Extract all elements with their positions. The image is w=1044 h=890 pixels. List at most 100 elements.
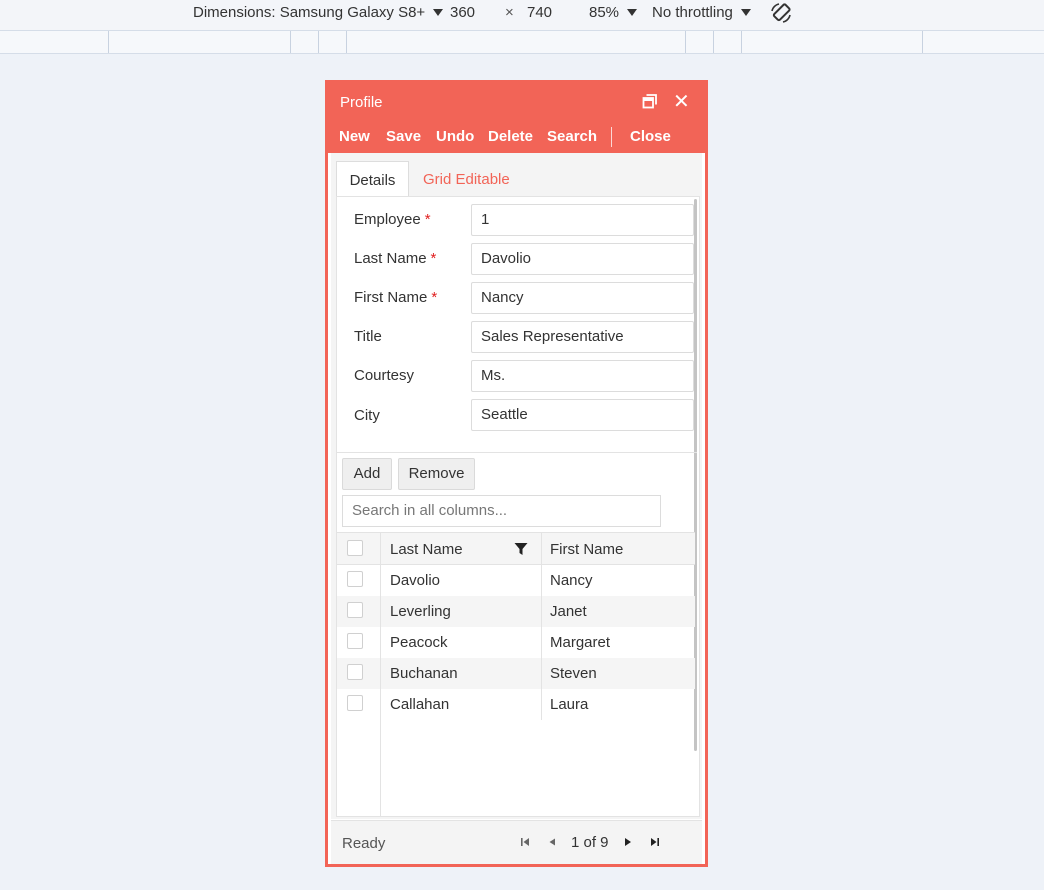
ruler-tick bbox=[713, 31, 714, 53]
width-value: 360 bbox=[450, 4, 476, 21]
field-label: Courtesy bbox=[354, 367, 415, 384]
table-row[interactable]: Leverling Janet bbox=[337, 596, 695, 627]
add-button[interactable]: Add bbox=[342, 458, 392, 490]
ruler-tick bbox=[685, 31, 686, 53]
details-panel: Employee * 1 Last Name * Davolio First Nam… bbox=[336, 196, 700, 817]
column-divider bbox=[380, 532, 381, 817]
zoom-select[interactable]: 85% bbox=[589, 4, 638, 21]
chevron-down-icon bbox=[740, 9, 751, 16]
remove-button[interactable]: Remove bbox=[398, 458, 475, 490]
field-label: Title bbox=[354, 328, 382, 345]
close-icon[interactable]: ✕ bbox=[673, 89, 690, 114]
row-checkbox[interactable] bbox=[347, 664, 363, 680]
prev-page-icon[interactable] bbox=[546, 836, 558, 848]
form-row-employee: Employee * 1 bbox=[337, 204, 697, 243]
window-title: Profile bbox=[340, 94, 383, 111]
field-label: Last Name * bbox=[354, 243, 436, 274]
table-row[interactable]: Buchanan Steven bbox=[337, 658, 695, 689]
column-divider bbox=[541, 532, 542, 720]
cell-last-name: Leverling bbox=[390, 603, 451, 620]
form-row-courtesy: Courtesy Ms. bbox=[337, 360, 697, 399]
cell-last-name: Callahan bbox=[390, 696, 450, 713]
ruler-tick bbox=[318, 31, 319, 53]
form-row-city: City Seattle bbox=[337, 399, 697, 438]
table-row[interactable]: Davolio Nancy bbox=[337, 565, 695, 596]
cell-first-name: Laura bbox=[550, 696, 589, 713]
search-button[interactable]: Search bbox=[547, 128, 597, 145]
field-label: City bbox=[354, 407, 380, 424]
device-select-label: Dimensions: Samsung Galaxy S8+ bbox=[193, 4, 426, 21]
rotate-icon bbox=[771, 3, 791, 23]
next-page-icon[interactable] bbox=[622, 836, 634, 848]
toolbar-separator bbox=[611, 127, 612, 147]
media-query-ruler bbox=[0, 30, 1044, 54]
form-row-first-name: First Name * Nancy bbox=[337, 282, 697, 321]
cell-first-name: Steven bbox=[550, 665, 597, 682]
section-divider bbox=[337, 452, 697, 453]
height-input[interactable]: 740 bbox=[527, 4, 552, 21]
field-label: First Name * bbox=[354, 282, 437, 313]
city-field[interactable]: Seattle bbox=[471, 399, 694, 431]
close-button[interactable]: Close bbox=[630, 128, 671, 145]
column-header-last-name[interactable]: Last Name bbox=[390, 541, 463, 558]
cell-last-name: Peacock bbox=[390, 634, 448, 651]
window-content: Details Grid Editable Employee * 1 Last N… bbox=[331, 153, 702, 819]
device-select[interactable]: Dimensions: Samsung Galaxy S8+ bbox=[193, 4, 444, 21]
title-field[interactable]: Sales Representative bbox=[471, 321, 694, 353]
grid-search-input[interactable]: Search in all columns... bbox=[342, 495, 661, 527]
tab-grid-editable[interactable]: Grid Editable bbox=[423, 161, 510, 196]
cell-first-name: Margaret bbox=[550, 634, 611, 651]
delete-button[interactable]: Delete bbox=[488, 128, 533, 145]
save-button[interactable]: Save bbox=[386, 128, 421, 145]
chevron-down-icon bbox=[627, 9, 638, 16]
field-label-text: Last Name bbox=[354, 250, 427, 267]
cell-first-name: Janet bbox=[550, 603, 587, 620]
first-name-field[interactable]: Nancy bbox=[471, 282, 694, 314]
zoom-value: 85% bbox=[589, 4, 620, 21]
table-row[interactable]: Peacock Margaret bbox=[337, 627, 695, 658]
last-page-icon[interactable] bbox=[649, 836, 661, 848]
select-all-checkbox[interactable] bbox=[347, 540, 363, 556]
rotate-button[interactable] bbox=[769, 1, 793, 25]
tab-strip: Details Grid Editable bbox=[331, 153, 702, 196]
last-name-field[interactable]: Davolio bbox=[471, 243, 694, 275]
ruler-tick bbox=[922, 31, 923, 53]
status-bar: Ready 1 of 9 bbox=[331, 820, 702, 864]
first-page-icon[interactable] bbox=[519, 836, 531, 848]
height-value: 740 bbox=[527, 4, 553, 21]
tab-details[interactable]: Details bbox=[336, 161, 409, 196]
filter-icon[interactable] bbox=[514, 542, 528, 556]
throttling-value: No throttling bbox=[652, 4, 733, 21]
chevron-down-icon bbox=[433, 9, 444, 16]
grid-header: Last Name First Name bbox=[337, 532, 695, 565]
ruler-tick bbox=[290, 31, 291, 53]
column-header-first-name[interactable]: First Name bbox=[550, 541, 623, 558]
restore-icon[interactable] bbox=[642, 93, 658, 109]
device-toolbar: Dimensions: Samsung Galaxy S8+ 360 × 740… bbox=[0, 0, 1044, 30]
employee-grid: Last Name First Name Davolio Nancy Lever… bbox=[337, 532, 695, 817]
throttling-select[interactable]: No throttling bbox=[652, 4, 751, 21]
form-row-last-name: Last Name * Davolio bbox=[337, 243, 697, 282]
row-checkbox[interactable] bbox=[347, 695, 363, 711]
form-row-title: Title Sales Representative bbox=[337, 321, 697, 360]
employee-field[interactable]: 1 bbox=[471, 204, 694, 236]
required-mark: * bbox=[430, 250, 437, 267]
table-row[interactable]: Callahan Laura bbox=[337, 689, 695, 720]
ruler-tick bbox=[108, 31, 109, 53]
required-mark: * bbox=[424, 211, 431, 228]
new-button[interactable]: New bbox=[339, 128, 370, 145]
courtesy-field[interactable]: Ms. bbox=[471, 360, 694, 392]
field-label-text: First Name bbox=[354, 289, 428, 306]
cell-last-name: Davolio bbox=[390, 572, 441, 589]
page-info: 1 of 9 bbox=[571, 834, 609, 851]
status-text: Ready bbox=[342, 835, 386, 852]
cell-first-name: Nancy bbox=[550, 572, 593, 589]
field-label: Employee * bbox=[354, 204, 431, 235]
ruler-tick bbox=[346, 31, 347, 53]
profile-window: Profile ✕ New Save Undo Delete Search Cl… bbox=[325, 80, 708, 867]
row-checkbox[interactable] bbox=[347, 571, 363, 587]
undo-button[interactable]: Undo bbox=[436, 128, 474, 145]
row-checkbox[interactable] bbox=[347, 633, 363, 649]
row-checkbox[interactable] bbox=[347, 602, 363, 618]
width-input[interactable]: 360 bbox=[450, 4, 475, 21]
